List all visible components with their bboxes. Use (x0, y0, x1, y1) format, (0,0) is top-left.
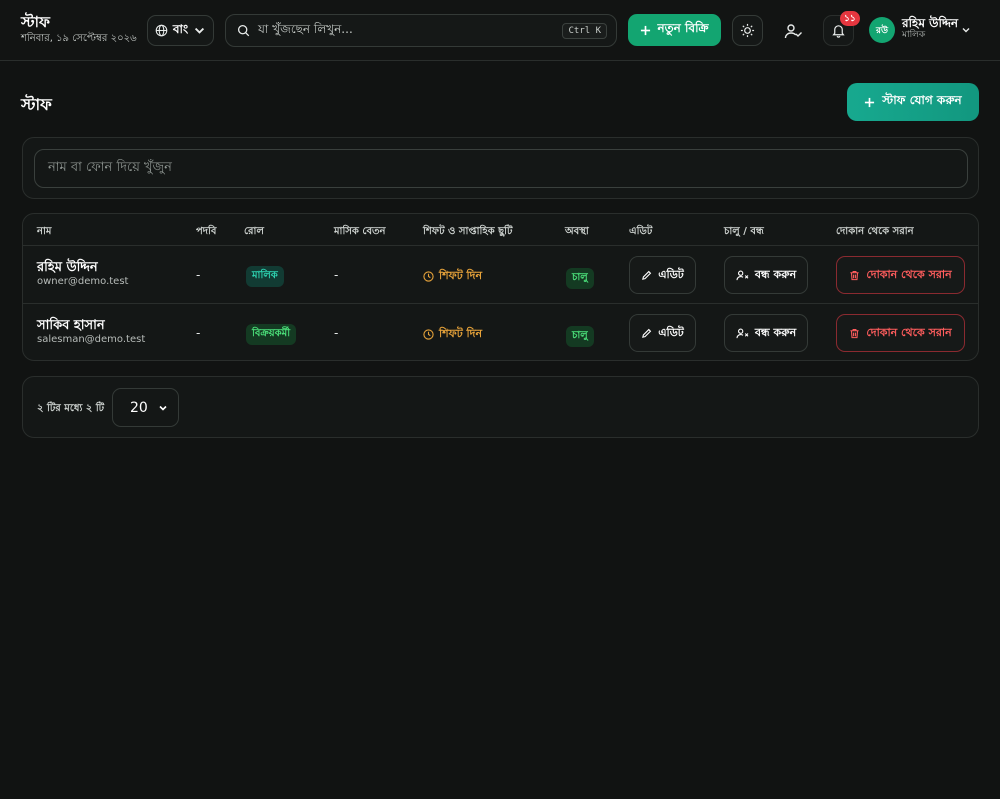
add-staff-label: স্টাফ যোগ করুন (882, 93, 962, 107)
plus-icon (641, 25, 651, 35)
column-header-edit: এডিট (629, 226, 653, 237)
plus-icon (865, 97, 875, 107)
pencil-icon (642, 270, 652, 280)
chevron-down-icon[interactable] (961, 25, 971, 35)
notification-badge: ১১ (840, 11, 860, 26)
staff-designation: - (196, 268, 201, 282)
column-header-remove: দোকান থেকে সরান (836, 226, 914, 237)
chevron-down-icon (159, 405, 167, 411)
pagination-card: ২ টির মধ্যে ২ টি 20 (22, 376, 979, 438)
top-bar: স্টাফ শনিবার, ১৯ সেপ্টেম্বর ২০২৬ বাং যা … (0, 0, 1000, 61)
language-label: বাং (172, 21, 189, 36)
staff-search-input[interactable]: নাম বা ফোন দিয়ে খুঁজুন (34, 149, 968, 188)
remove-label: দোকান থেকে সরান (866, 325, 952, 339)
clock-icon (423, 329, 434, 340)
remove-from-shop-button[interactable]: দোকান থেকে সরান (836, 314, 965, 352)
search-placeholder: যা খুঁজছেন লিখুন... (258, 21, 353, 36)
user-role: মালিক (902, 30, 926, 40)
user-check-icon (784, 23, 802, 38)
global-search[interactable]: যা খুঁজছেন লিখুন... Ctrl K (225, 14, 617, 47)
search-icon (237, 24, 250, 37)
deactivate-label: বন্ধ করুন (754, 325, 797, 339)
add-staff-button[interactable]: স্টাফ যোগ করুন (847, 83, 979, 121)
page-size-value: 20 (130, 399, 148, 416)
set-shift-label: শিফট দিন (439, 269, 483, 282)
role-badge: মালিক (246, 266, 284, 287)
brand: স্টাফ শনিবার, ১৯ সেপ্টেম্বর ২০২৬ (21, 13, 137, 45)
edit-label: এডিট (658, 267, 684, 281)
staff-email: owner@demo.test (37, 276, 129, 287)
edit-button[interactable]: এডিট (629, 256, 696, 294)
deactivate-button[interactable]: বন্ধ করুন (724, 256, 808, 294)
staff-name: রহিম উদ্দিন (37, 260, 98, 275)
deactivate-label: বন্ধ করুন (754, 267, 797, 281)
column-header-status: অবস্থা (565, 226, 589, 237)
language-switcher[interactable]: বাং (147, 15, 214, 46)
staff-email: salesman@demo.test (37, 334, 146, 345)
edit-button[interactable]: এডিট (629, 314, 696, 352)
staff-table: নাম পদবি রোল মাসিক বেতন শিফট ও সাপ্তাহিক… (22, 213, 979, 361)
user-x-icon (736, 270, 749, 280)
column-header-role: রোল (244, 226, 264, 237)
app-title: স্টাফ (21, 13, 50, 31)
new-sale-label: নতুন বিক্রি (657, 21, 709, 35)
column-header-name: নাম (37, 226, 52, 237)
role-badge: বিক্রয়কর্মী (246, 324, 297, 345)
table-header: নাম পদবি রোল মাসিক বেতন শিফট ও সাপ্তাহিক… (23, 214, 978, 246)
globe-icon (155, 24, 168, 37)
page-size-select[interactable]: 20 (112, 388, 179, 427)
deactivate-button[interactable]: বন্ধ করুন (724, 314, 808, 352)
pencil-icon (642, 328, 652, 338)
staff-search-card: নাম বা ফোন দিয়ে খুঁজুন (22, 137, 979, 199)
status-badge: চালু (566, 268, 594, 289)
sun-icon (740, 23, 755, 38)
staff-name: সাকিব হাসান (37, 318, 105, 333)
search-shortcut: Ctrl K (562, 22, 607, 39)
trash-icon (850, 328, 859, 338)
staff-salary: - (334, 326, 339, 340)
remove-label: দোকান থেকে সরান (866, 267, 952, 281)
trash-icon (850, 270, 859, 280)
avatar[interactable]: রউ (869, 17, 895, 43)
staff-designation: - (196, 326, 201, 340)
clock-icon (423, 271, 434, 282)
user-name: রহিম উদ্দিন (902, 16, 959, 30)
staff-search-placeholder: নাম বা ফোন দিয়ে খুঁজুন (48, 160, 172, 175)
theme-toggle-button[interactable] (732, 15, 763, 46)
column-header-salary: মাসিক বেতন (334, 226, 386, 237)
current-date: শনিবার, ১৯ সেপ্টেম্বর ২০২৬ (21, 33, 137, 44)
column-header-designation: পদবি (196, 226, 217, 237)
user-check-button[interactable] (777, 15, 808, 46)
set-shift-label: শিফট দিন (439, 327, 483, 340)
table-row: সাকিব হাসান salesman@demo.test - বিক্রয়… (23, 305, 978, 360)
table-row: রহিম উদ্দিন owner@demo.test - মালিক - শি… (23, 247, 978, 304)
pagination-summary: ২ টির মধ্যে ২ টি (37, 403, 105, 414)
set-shift-link[interactable]: শিফট দিন (423, 267, 482, 286)
column-header-toggle: চালু / বন্ধ (724, 226, 764, 237)
new-sale-button[interactable]: নতুন বিক্রি (628, 14, 721, 46)
user-x-icon (736, 328, 749, 338)
user-menu[interactable]: রহিম উদ্দিন মালিক (902, 17, 958, 41)
page-title: স্টাফ (21, 95, 52, 114)
chevron-down-icon (195, 27, 205, 34)
column-header-shift: শিফট ও সাপ্তাহিক ছুটি (423, 226, 513, 237)
staff-salary: - (334, 268, 339, 282)
remove-from-shop-button[interactable]: দোকান থেকে সরান (836, 256, 965, 294)
edit-label: এডিট (658, 325, 684, 339)
staff-name-cell: রহিম উদ্দিন owner@demo.test (37, 260, 128, 289)
status-badge: চালু (566, 326, 594, 347)
staff-name-cell: সাকিব হাসান salesman@demo.test (37, 318, 145, 347)
set-shift-link[interactable]: শিফট দিন (423, 325, 482, 344)
